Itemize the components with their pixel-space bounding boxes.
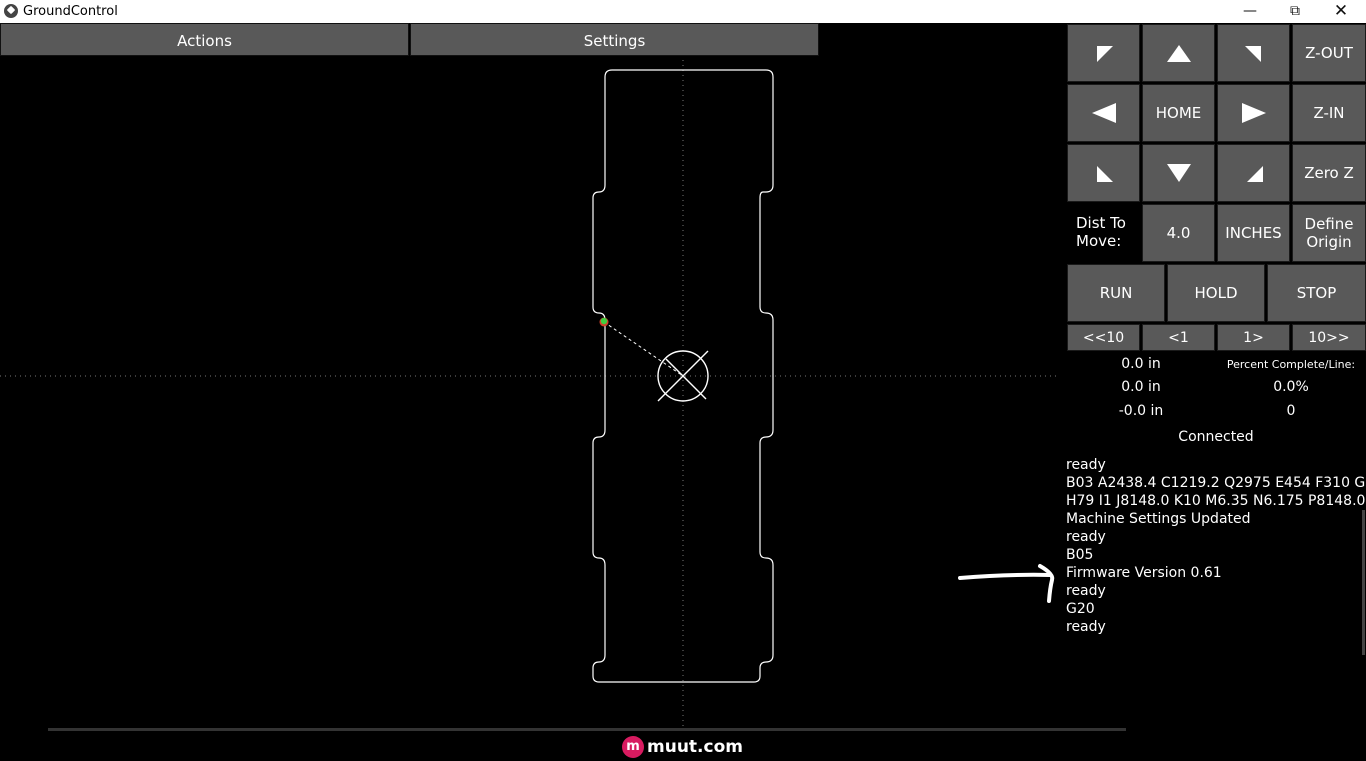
connection-status: Connected (1178, 429, 1254, 445)
minimize-icon[interactable]: — (1227, 0, 1273, 23)
y-position-readout: 0.0 in (1121, 379, 1161, 395)
z-out-button[interactable]: Z-OUT (1292, 24, 1366, 82)
start-point-green (600, 317, 608, 325)
jog-down-left-button[interactable] (1067, 144, 1140, 202)
console-scrollbar[interactable] (1362, 510, 1365, 655)
hold-button[interactable]: HOLD (1167, 264, 1265, 322)
console-line: Firmware Version 0.61 (1066, 565, 1222, 581)
console-line: ready (1066, 583, 1106, 599)
arrow-up-icon (1166, 45, 1191, 62)
toolpath-drawing (0, 60, 1060, 730)
current-line-value: 0 (1286, 403, 1296, 419)
jog-down-right-button[interactable] (1217, 144, 1290, 202)
stop-button[interactable]: STOP (1267, 264, 1366, 322)
units-button[interactable]: INCHES (1217, 204, 1290, 262)
jog-up-left-button[interactable] (1067, 24, 1140, 82)
step-forward-1-button[interactable]: 1> (1217, 324, 1290, 351)
app-icon (4, 4, 18, 18)
annotation-arrow (958, 572, 1052, 580)
arrow-down-left-icon (1096, 166, 1113, 182)
console-line: G20 (1066, 601, 1095, 617)
jog-up-right-button[interactable] (1217, 24, 1290, 82)
muut-logo: m muut.com (622, 735, 743, 759)
jog-down-button[interactable] (1142, 144, 1215, 202)
title-bar: GroundControl — ⧉ ✕ (0, 0, 1366, 23)
z-position-readout: -0.0 in (1118, 403, 1164, 419)
define-origin-button[interactable]: Define Origin (1292, 204, 1366, 262)
arrow-left-icon (1091, 103, 1116, 123)
dist-to-move-label: Dist To Move: (1076, 214, 1126, 250)
window-title: GroundControl (23, 4, 118, 19)
close-icon[interactable]: ✕ (1318, 0, 1364, 23)
z-in-button[interactable]: Z-IN (1292, 84, 1366, 142)
jog-left-button[interactable] (1067, 84, 1140, 142)
annotation-arrow-head (1038, 564, 1055, 603)
step-back-1-button[interactable]: <1 (1142, 324, 1215, 351)
zero-z-button[interactable]: Zero Z (1292, 144, 1366, 202)
step-back-10-button[interactable]: <<10 (1067, 324, 1140, 351)
dist-value-button[interactable]: 4.0 (1142, 204, 1215, 262)
percent-complete-value: 0.0% (1273, 379, 1309, 395)
arrow-up-right-icon (1244, 46, 1261, 62)
console-line: H79 I1 J8148.0 K10 M6.35 N6.175 P8148.0 (1066, 493, 1366, 509)
x-position-readout: 0.0 in (1121, 356, 1161, 372)
settings-button[interactable]: Settings (410, 23, 819, 56)
home-button[interactable]: HOME (1142, 84, 1215, 142)
muut-logo-icon: m (622, 736, 644, 758)
console-line: B05 (1066, 547, 1094, 563)
arrow-down-right-icon (1246, 166, 1263, 182)
jog-right-button[interactable] (1217, 84, 1290, 142)
console-line: ready (1066, 529, 1106, 545)
jog-up-button[interactable] (1142, 24, 1215, 82)
percent-complete-label: Percent Complete/Line: (1226, 358, 1356, 371)
run-button[interactable]: RUN (1067, 264, 1165, 322)
console-line: Machine Settings Updated (1066, 511, 1251, 527)
toolpath-canvas[interactable] (0, 23, 1060, 738)
actions-button[interactable]: Actions (0, 23, 409, 56)
move-path-line (603, 321, 684, 377)
console-line: B03 A2438.4 C1219.2 Q2975 E454 F310 G139 (1066, 475, 1366, 491)
arrow-up-left-icon (1096, 46, 1113, 62)
arrow-down-icon (1166, 164, 1191, 182)
step-forward-10-button[interactable]: 10>> (1292, 324, 1366, 351)
console-line: ready (1066, 457, 1106, 473)
muut-brand-text: muut.com (647, 737, 743, 757)
console-log: ready B03 A2438.4 C1219.2 Q2975 E454 F31… (1066, 456, 1366, 636)
restore-icon[interactable]: ⧉ (1272, 0, 1318, 23)
footer: m muut.com (0, 731, 1366, 761)
tool-marker-line (665, 358, 707, 400)
arrow-right-icon (1241, 103, 1266, 123)
console-line: ready (1066, 619, 1106, 635)
